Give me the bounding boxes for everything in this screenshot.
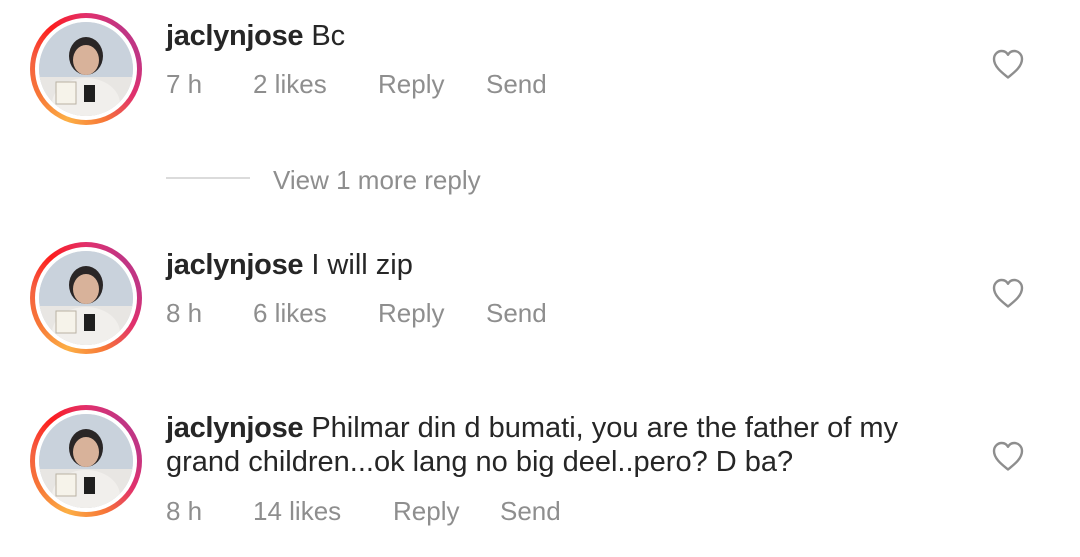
avatar-story-ring[interactable]: [30, 242, 142, 354]
comment-text: I will zip: [311, 249, 413, 281]
comment-time: 8 h: [166, 496, 203, 526]
comment-time: 7 h: [166, 69, 203, 99]
heart-outline-icon[interactable]: [991, 440, 1025, 472]
send-button[interactable]: Send: [500, 496, 561, 526]
comment-username[interactable]: jaclynjose: [166, 20, 304, 52]
heart-outline-icon[interactable]: [991, 48, 1025, 80]
comment-time: 8 h: [166, 298, 203, 328]
avatar-story-ring[interactable]: [30, 405, 142, 517]
comment-likes[interactable]: 6 likes: [253, 298, 327, 328]
reply-button[interactable]: Reply: [378, 298, 444, 328]
avatar: [39, 22, 133, 116]
send-button[interactable]: Send: [486, 298, 547, 328]
comment-text: Bc: [311, 20, 346, 52]
avatar: [39, 251, 133, 345]
avatar-photo: [39, 22, 133, 116]
comment-likes[interactable]: 14 likes: [253, 496, 341, 526]
avatar: [39, 414, 133, 508]
heart-outline-icon[interactable]: [991, 277, 1025, 309]
comment-username[interactable]: jaclynjose: [166, 249, 304, 281]
comment-body: jaclynjose Bc: [166, 19, 966, 53]
comment-body: jaclynjose I will zip: [166, 248, 966, 282]
comment-body: jaclynjose Philmar din d bumati, you are…: [166, 411, 946, 479]
reply-thread-line: [166, 177, 250, 179]
reply-button[interactable]: Reply: [393, 496, 459, 526]
avatar-photo: [39, 251, 133, 345]
reply-button[interactable]: Reply: [378, 69, 444, 99]
view-more-replies-label[interactable]: View 1 more reply: [273, 164, 481, 196]
comment-likes[interactable]: 2 likes: [253, 69, 327, 99]
avatar-photo: [39, 414, 133, 508]
avatar-story-ring[interactable]: [30, 13, 142, 125]
comment-username[interactable]: jaclynjose: [166, 412, 304, 444]
send-button[interactable]: Send: [486, 69, 547, 99]
